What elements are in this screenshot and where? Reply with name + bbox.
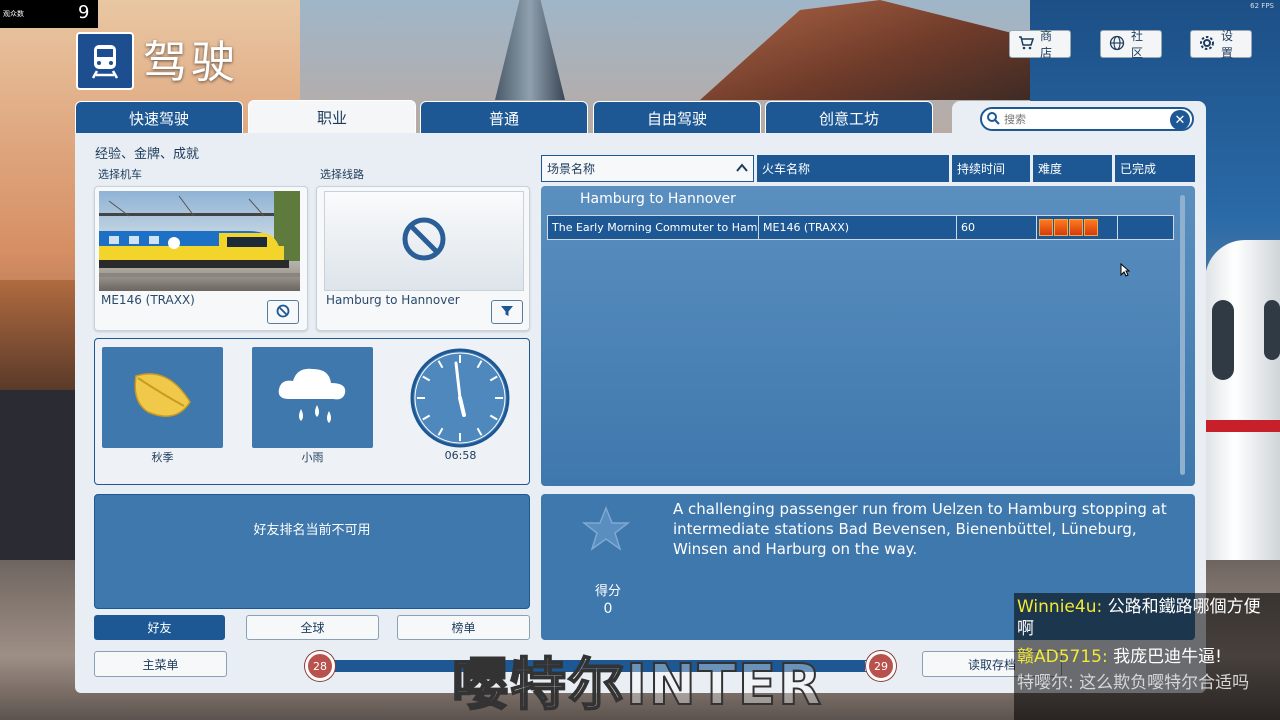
tab-quick-drive[interactable]: 快速驾驶 bbox=[75, 101, 243, 134]
col-scenario-name[interactable]: 场景名称 bbox=[541, 155, 754, 182]
train-mode-icon bbox=[76, 32, 134, 90]
loco-filter-button[interactable] bbox=[267, 300, 299, 324]
settings-label: 设置 bbox=[1221, 29, 1234, 60]
scenario-cell: The Early Morning Commuter to Hamburg bbox=[548, 216, 759, 239]
season-tile[interactable] bbox=[102, 347, 223, 448]
col-train-name[interactable]: 火车名称 bbox=[757, 155, 949, 182]
leaf-icon bbox=[128, 366, 198, 430]
viewer-count-value: 9 bbox=[78, 2, 90, 23]
community-label: 社区 bbox=[1131, 29, 1144, 60]
route-group-label: Hamburg to Hannover bbox=[580, 191, 736, 207]
difficulty-block bbox=[1069, 219, 1083, 236]
current-level-badge: 28 bbox=[305, 651, 335, 681]
store-button[interactable]: 商店 bbox=[1009, 29, 1071, 60]
chat-text: 这么欺负嘤特尔合适吗 bbox=[1079, 673, 1250, 693]
star-icon bbox=[581, 505, 631, 557]
select-route-label: 选择线路 bbox=[320, 168, 364, 181]
page-title: 驾驶 bbox=[143, 37, 239, 88]
tab-free-roam[interactable]: 自由驾驶 bbox=[593, 101, 761, 134]
settings-button[interactable]: 设置 bbox=[1190, 29, 1252, 60]
difficulty-cell bbox=[1037, 216, 1118, 239]
leaderboard-unavailable-text: 好友排名当前不可用 bbox=[253, 523, 371, 538]
gear-icon bbox=[1199, 35, 1215, 54]
chat-message: 赣AD5715: 我庞巴迪牛逼! bbox=[1017, 647, 1222, 667]
fps-counter: 62 FPS bbox=[1250, 2, 1274, 10]
next-level-badge: 29 bbox=[866, 651, 896, 681]
clear-search-icon[interactable]: ✕ bbox=[1170, 110, 1190, 130]
main-menu-button[interactable]: 主菜单 bbox=[94, 651, 227, 677]
tab-standard[interactable]: 普通 bbox=[420, 101, 588, 134]
chat-username: 赣AD5715 bbox=[1017, 647, 1102, 667]
route-image bbox=[324, 191, 524, 291]
cart-icon bbox=[1018, 35, 1035, 53]
store-label: 商店 bbox=[1040, 29, 1053, 60]
rain-cloud-icon bbox=[273, 361, 353, 435]
global-leaderboard-button[interactable]: 全球 bbox=[246, 615, 379, 640]
weather-tile[interactable] bbox=[252, 347, 373, 448]
table-row[interactable]: The Early Morning Commuter to Hamburg ME… bbox=[547, 215, 1174, 240]
globe-icon bbox=[1109, 35, 1125, 54]
rankings-button[interactable]: 榜单 bbox=[397, 615, 530, 640]
community-button[interactable]: 社区 bbox=[1100, 29, 1162, 60]
leaderboard-box bbox=[94, 494, 530, 609]
loco-name: ME146 (TRAXX) bbox=[101, 293, 195, 307]
sort-ascending-icon bbox=[736, 162, 748, 176]
chat-username: 特嘤尔 bbox=[1017, 673, 1068, 693]
completed-cell bbox=[1118, 216, 1175, 239]
route-name: Hamburg to Hannover bbox=[326, 293, 460, 307]
viewer-count-label: 观众数 bbox=[3, 10, 24, 18]
mouse-cursor-icon bbox=[1120, 262, 1131, 281]
clock-icon[interactable] bbox=[409, 347, 511, 449]
score-value: 0 bbox=[603, 601, 613, 617]
chat-message: Winnie4u: 公路和鐵路哪個方便啊 bbox=[1017, 597, 1261, 639]
career-section-title: 经验、金牌、成就 bbox=[95, 147, 200, 162]
weather-label: 小雨 bbox=[301, 451, 324, 464]
tab-workshop[interactable]: 创意工坊 bbox=[765, 101, 933, 134]
col-difficulty[interactable]: 难度 bbox=[1033, 155, 1112, 182]
search-box[interactable]: ✕ bbox=[980, 107, 1194, 131]
season-label: 秋季 bbox=[151, 451, 174, 464]
search-input[interactable] bbox=[1004, 112, 1154, 126]
friends-leaderboard-button[interactable]: 好友 bbox=[94, 615, 225, 640]
score-label: 得分 bbox=[594, 584, 621, 599]
difficulty-block bbox=[1039, 219, 1053, 236]
filter-icon bbox=[500, 303, 514, 322]
list-scrollbar[interactable] bbox=[1180, 195, 1185, 475]
viewer-count-box: 观众数 9 bbox=[0, 0, 98, 28]
difficulty-block bbox=[1084, 219, 1098, 236]
chat-text: 我庞巴迪牛逼! bbox=[1113, 647, 1222, 667]
loco-image bbox=[99, 191, 300, 291]
difficulty-block bbox=[1054, 219, 1068, 236]
col-duration[interactable]: 持续时间 bbox=[952, 155, 1030, 182]
stream-watermark: 嘤特尔INTER bbox=[451, 652, 824, 719]
tab-career[interactable]: 职业 bbox=[248, 100, 416, 134]
duration-cell: 60 bbox=[957, 216, 1037, 239]
col-completed[interactable]: 已完成 bbox=[1115, 155, 1195, 182]
chat-username: Winnie4u bbox=[1017, 597, 1097, 617]
time-label: 06:58 bbox=[444, 449, 477, 462]
chat-message: 特嘤尔: 这么欺负嘤特尔合适吗 bbox=[1017, 673, 1250, 693]
scenario-description: A challenging passenger run from Uelzen … bbox=[673, 500, 1167, 558]
search-icon bbox=[986, 110, 1000, 129]
train-cell: ME146 (TRAXX) bbox=[759, 216, 957, 239]
no-selection-icon bbox=[276, 303, 290, 322]
col-scenario-label: 场景名称 bbox=[547, 162, 596, 176]
no-route-icon bbox=[401, 216, 447, 266]
select-loco-label: 选择机车 bbox=[98, 168, 142, 181]
route-filter-button[interactable] bbox=[491, 300, 523, 324]
